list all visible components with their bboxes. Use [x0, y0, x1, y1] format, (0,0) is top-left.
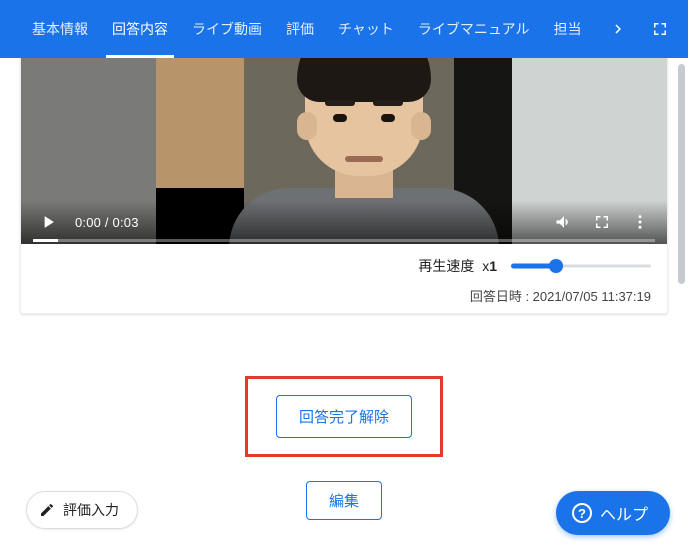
- evaluation-input-label: 評価入力: [63, 500, 119, 520]
- video-time-separator: /: [101, 215, 112, 230]
- tab-basic-info[interactable]: 基本情報: [20, 0, 100, 58]
- tab-live-manual[interactable]: ライブマニュアル: [406, 0, 542, 58]
- more-vert-icon: [631, 213, 649, 231]
- answered-at-label: 回答日時 :: [470, 289, 533, 304]
- video-player[interactable]: 0:00 / 0:03: [21, 58, 667, 244]
- playback-speed-row: 再生速度 x1: [37, 256, 651, 276]
- video-current-time: 0:00: [75, 215, 101, 230]
- video-volume-button[interactable]: [551, 209, 577, 235]
- video-progress-fill: [33, 239, 58, 242]
- playback-speed-label: 再生速度 x1: [418, 256, 497, 276]
- chevron-right-icon: [609, 20, 627, 38]
- question-icon: ?: [572, 503, 592, 523]
- tab-bar-right: [604, 15, 680, 43]
- video-play-button[interactable]: [35, 209, 61, 235]
- speed-value: 1: [489, 258, 497, 274]
- tab-chat[interactable]: チャット: [326, 0, 406, 58]
- answer-card: 0:00 / 0:03 再生速度 x1: [20, 58, 668, 314]
- help-pill[interactable]: ? ヘルプ: [556, 491, 670, 535]
- slider-thumb[interactable]: [549, 259, 563, 273]
- video-fullscreen-icon: [593, 213, 611, 231]
- fullscreen-icon: [651, 20, 669, 38]
- video-more-button[interactable]: [627, 209, 653, 235]
- tab-person-in-charge[interactable]: 担当: [541, 0, 593, 58]
- speed-label-text: 再生速度: [418, 258, 474, 274]
- tab-evaluation[interactable]: 評価: [274, 0, 326, 58]
- expand-button[interactable]: [646, 15, 674, 43]
- app-root: 基本情報 回答内容 ライブ動画 評価 チャット ライブマニュアル 担当: [0, 0, 688, 549]
- tab-list: 基本情報 回答内容 ライブ動画 評価 チャット ライブマニュアル 担当: [20, 0, 593, 58]
- answered-at-value: 2021/07/05 11:37:19: [533, 289, 651, 304]
- video-progress[interactable]: [33, 239, 655, 242]
- evaluation-input-pill[interactable]: 評価入力: [26, 491, 138, 529]
- video-duration: 0:03: [113, 215, 139, 230]
- tab-bar: 基本情報 回答内容 ライブ動画 評価 チャット ライブマニュアル 担当: [0, 0, 688, 58]
- unlock-answer-button[interactable]: 回答完了解除: [276, 395, 412, 438]
- pencil-icon: [39, 502, 55, 518]
- playback-speed-slider[interactable]: [511, 258, 651, 274]
- play-icon: [38, 212, 58, 232]
- page-scrollbar[interactable]: [678, 64, 685, 284]
- help-label: ヘルプ: [600, 501, 648, 525]
- tab-live-video[interactable]: ライブ動画: [180, 0, 274, 58]
- video-controls: 0:00 / 0:03: [21, 200, 667, 244]
- video-meta: 再生速度 x1 回答日時 : 2021/07/05 11:37:19: [21, 244, 667, 313]
- video-time: 0:00 / 0:03: [75, 215, 139, 230]
- highlight-unlock-box: 回答完了解除: [245, 376, 443, 457]
- tabs-scroll-right[interactable]: [604, 15, 632, 43]
- video-fullscreen-button[interactable]: [589, 209, 615, 235]
- tab-answer-content[interactable]: 回答内容: [100, 0, 180, 58]
- answered-at-row: 回答日時 : 2021/07/05 11:37:19: [37, 286, 651, 305]
- edit-button[interactable]: 編集: [306, 481, 382, 520]
- volume-icon: [554, 212, 574, 232]
